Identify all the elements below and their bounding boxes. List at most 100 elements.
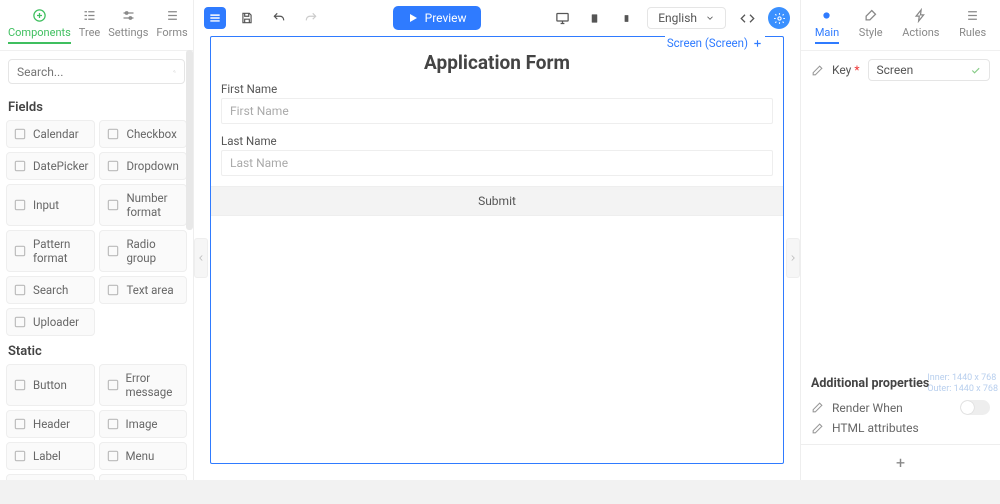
tab-label: Forms [156,26,187,39]
component-image[interactable]: Image [99,410,188,438]
toggle[interactable] [960,400,990,415]
chevron-right-icon [788,252,798,264]
tab-label: Tree [79,26,100,39]
component-label[interactable]: Label [6,442,95,470]
collapse-right-handle[interactable] [786,238,800,278]
component-dropdown[interactable]: Dropdown [99,152,187,180]
component-label: Dropdown [126,159,178,173]
component-label: Number format [126,191,180,219]
undo-button[interactable] [268,7,290,29]
plus-icon [752,38,763,49]
component-label: Radio group [126,237,180,265]
tab-actions[interactable]: Actions [898,6,943,50]
device-desktop-button[interactable] [551,7,573,29]
form-title: Application Form [221,51,773,74]
save-button[interactable] [236,7,258,29]
component-input[interactable]: Input [6,184,95,226]
footer-bar [0,480,1000,504]
component-label: Image [126,417,158,431]
list-icon [165,8,180,23]
undo-icon [272,11,286,25]
tab-label: Main [815,26,839,39]
component-datepicker[interactable]: DatePicker [6,152,95,180]
tab-rules[interactable]: Rules [955,6,990,50]
preview-button[interactable]: Preview [393,6,481,30]
component-label: Menu [126,449,155,463]
scrollbar[interactable] [186,50,193,230]
component-button[interactable]: Button [6,364,95,406]
dot-icon [819,8,834,23]
tab-tree[interactable]: Tree [75,6,104,50]
component-uploader[interactable]: Uploader [6,308,95,336]
component-label: Button [33,378,67,392]
canvas-screen[interactable]: Screen (Screen) Application Form First N… [210,36,784,464]
field-input[interactable]: First Name [221,98,773,124]
menu-icon [208,11,222,25]
redo-button[interactable] [300,7,322,29]
dimension-hint: Inner: 1440 x 768 Outer: 1440 x 768 [923,369,1000,400]
code-icon [740,11,755,26]
brush-icon [863,8,878,23]
component-menu[interactable]: Menu [99,442,188,470]
add-property-button[interactable]: + [801,444,1000,480]
tab-style[interactable]: Style [855,6,887,50]
component-pattern-format[interactable]: Pattern format [6,230,95,272]
center-area: Preview English Screen (Screen) [194,0,800,480]
tab-main[interactable]: Main [811,6,843,50]
component-progress-circle[interactable]: Progress circle [99,474,188,480]
component-search[interactable]: Search [6,276,95,304]
key-input[interactable]: Screen [868,59,991,81]
pencil-icon [811,64,824,77]
left-tabs: Components Tree Settings Forms [0,0,193,51]
field-label: Last Name [221,134,773,148]
device-tablet-button[interactable] [583,7,605,29]
prop-render-when[interactable]: Render When [811,397,990,418]
tab-label: Rules [959,26,986,39]
field-label: First Name [221,82,773,96]
key-value: Screen [877,63,914,77]
device-mobile-button[interactable] [615,7,637,29]
component-message[interactable]: Message [6,474,95,480]
pencil-icon [811,401,824,414]
component-search[interactable] [8,59,185,84]
search-input[interactable] [17,65,173,79]
tab-settings[interactable]: Settings [104,6,152,50]
tab-label: Settings [108,26,148,39]
canvas-selection-tag[interactable]: Screen (Screen) [665,36,765,50]
component-checkbox[interactable]: Checkbox [99,120,187,148]
menu-button[interactable] [204,7,226,29]
component-calendar[interactable]: Calendar [6,120,95,148]
settings-gear-button[interactable] [768,7,790,29]
component-text-area[interactable]: Text area [99,276,187,304]
prop-label: HTML attributes [832,421,919,435]
field-input[interactable]: Last Name [221,150,773,176]
component-list: FieldsCalendarCheckboxDatePickerDropdown… [0,92,193,480]
sliders-icon [121,8,136,23]
collapse-left-handle[interactable] [194,238,208,278]
component-label: Header [33,417,70,431]
component-radio-group[interactable]: Radio group [99,230,187,272]
language-select[interactable]: English [647,7,726,29]
tree-icon [82,8,97,23]
prop-html-attributes[interactable]: HTML attributes [811,418,990,438]
tab-components[interactable]: Components [4,6,75,50]
mobile-icon [622,11,631,26]
tab-forms[interactable]: Forms [152,6,191,50]
key-label: Key * [832,63,860,77]
component-label: Error message [126,371,181,399]
prop-label: Render When [832,401,903,415]
canvas-tag-label: Screen (Screen) [667,36,748,50]
bolt-icon [913,8,928,23]
component-number-format[interactable]: Number format [99,184,187,226]
component-header[interactable]: Header [6,410,95,438]
component-label: Uploader [33,315,79,329]
component-error-message[interactable]: Error message [99,364,188,406]
right-tabs: Main Style Actions Rules [801,0,1000,51]
redo-icon [304,11,318,25]
component-label: Label [33,449,61,463]
top-toolbar: Preview English [194,0,800,36]
right-panel: Main Style Actions Rules Key * Screen [800,0,1000,480]
code-button[interactable] [736,7,758,29]
submit-button[interactable]: Submit [211,186,783,216]
component-label: Text area [126,283,173,297]
